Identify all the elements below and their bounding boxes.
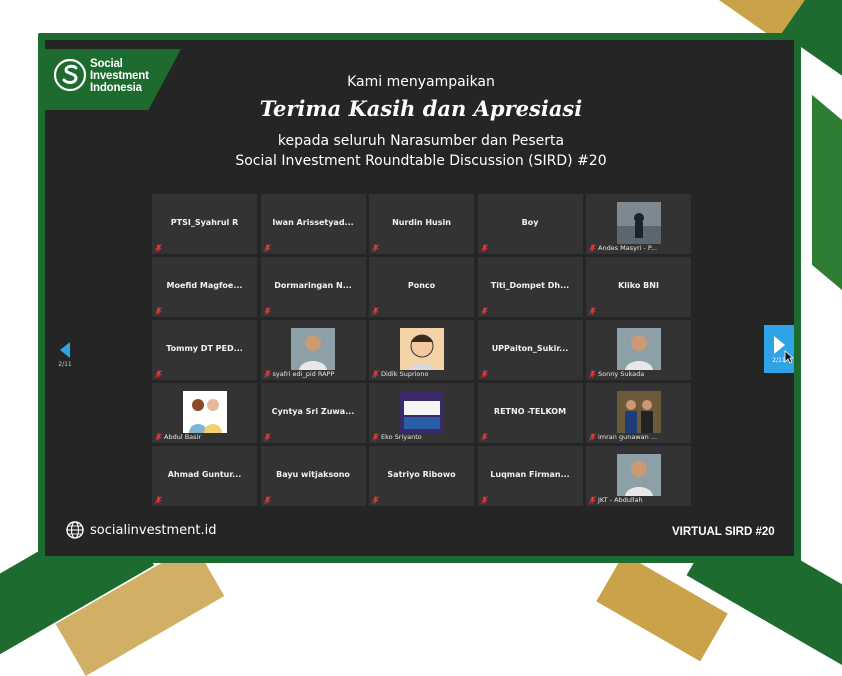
muted-mic-icon <box>372 433 379 441</box>
participant-video-thumbnail <box>616 391 661 433</box>
participant-tile[interactable]: Luqman Firman... <box>477 446 583 506</box>
logo-line-1: Social <box>90 58 123 70</box>
participant-tile[interactable]: Boy <box>477 194 583 254</box>
muted-mic-icon <box>589 307 596 315</box>
participant-name: Luqman Firman... <box>490 470 570 479</box>
participant-tile[interactable]: Nurdin Husin <box>369 194 474 254</box>
participant-name: UPPaiton_Sukir... <box>491 344 569 353</box>
participant-label: Didik Supriono <box>381 370 429 378</box>
participant-tile[interactable]: imran gunawan ... <box>586 383 691 443</box>
heading-event: Social Investment Roundtable Discussion … <box>235 153 607 169</box>
previous-page-indicator: 2/11 <box>58 361 72 368</box>
participant-tile[interactable]: JKT - Abdullah <box>586 446 691 506</box>
arrow-left-icon <box>60 342 70 358</box>
participant-tile[interactable]: Cyntya Sri Zuwa... <box>260 383 366 443</box>
muted-mic-icon <box>589 433 596 441</box>
muted-mic-icon <box>589 496 596 504</box>
participant-video-thumbnail <box>399 391 444 433</box>
participant-gallery: PTSI_Syahrul R Iwan Arissetyad... Nurdin H… <box>152 194 691 506</box>
heading-intro: Kami menyampaikan <box>347 74 495 90</box>
muted-mic-icon <box>372 244 379 252</box>
participant-tile[interactable]: syafri edi_pid RAPP <box>260 320 366 380</box>
participant-video-thumbnail <box>616 454 661 496</box>
muted-mic-icon <box>480 244 488 252</box>
participant-tile[interactable]: Ponco <box>369 257 474 317</box>
participant-label: syafri edi_pid RAPP <box>272 370 335 378</box>
muted-mic-icon <box>480 433 488 441</box>
participant-name: Tommy DT PED... <box>166 344 243 353</box>
participant-tile[interactable]: RETNO -TELKOM <box>477 383 583 443</box>
muted-mic-icon <box>263 370 271 378</box>
participant-name: RETNO -TELKOM <box>493 407 567 416</box>
participant-label: imran gunawan ... <box>598 433 658 441</box>
participant-name: Iwan Arissetyad... <box>272 218 354 227</box>
participant-tile[interactable]: Satriyo Ribowo <box>369 446 474 506</box>
muted-mic-icon <box>155 433 162 441</box>
participant-tile[interactable]: Kliko BNI <box>586 257 691 317</box>
muted-mic-icon <box>155 370 162 378</box>
participant-name: Moefid Magfoe... <box>166 281 243 290</box>
mouse-cursor-icon <box>784 350 794 364</box>
muted-mic-icon <box>155 307 162 315</box>
participant-video-thumbnail <box>616 328 661 370</box>
participant-video-thumbnail <box>616 202 661 244</box>
website-link[interactable]: socialinvestment.id <box>66 521 216 539</box>
muted-mic-icon <box>480 496 488 504</box>
heading-recipients: kepada seluruh Narasumber dan Peserta <box>277 133 565 149</box>
participant-tile[interactable]: Dormaringan N... <box>260 257 366 317</box>
globe-icon <box>66 521 84 539</box>
side-stripe-right <box>812 94 842 316</box>
muted-mic-icon <box>372 370 379 378</box>
participant-tile[interactable]: Tommy DT PED... <box>152 320 257 380</box>
participant-name: Kliko BNI <box>618 281 659 290</box>
event-tag: VIRTUAL SIRD #20 <box>672 526 775 538</box>
participant-name: PTSI_Syahrul R <box>170 218 239 227</box>
participant-tile[interactable]: Didik Supriono <box>369 320 474 380</box>
muted-mic-icon <box>263 433 271 441</box>
muted-mic-icon <box>372 496 379 504</box>
participant-label: Abdul Basir <box>164 433 201 441</box>
participant-name: Boy <box>521 218 539 227</box>
participant-tile[interactable]: Iwan Arissetyad... <box>260 194 366 254</box>
participant-video-thumbnail <box>399 328 444 370</box>
previous-page-button[interactable]: 2/11 <box>48 333 82 379</box>
participant-tile[interactable]: PTSI_Syahrul R <box>152 194 257 254</box>
muted-mic-icon <box>263 307 271 315</box>
participant-name: Dormaringan N... <box>274 281 352 290</box>
participant-tile[interactable]: Ahmad Guntur... <box>152 446 257 506</box>
muted-mic-icon <box>263 244 271 252</box>
next-page-button[interactable]: 2/11 <box>764 325 794 373</box>
muted-mic-icon <box>372 307 379 315</box>
muted-mic-icon <box>155 244 162 252</box>
participant-name: Nurdin Husin <box>392 218 451 227</box>
participant-label: JKT - Abdullah <box>598 496 643 504</box>
participant-label: Andes Masyri - P... <box>598 244 658 252</box>
participant-tile[interactable]: Abdul Basir <box>152 383 257 443</box>
participant-video-thumbnail <box>291 328 335 370</box>
participant-tile[interactable]: Andes Masyri - P... <box>586 194 691 254</box>
muted-mic-icon <box>589 244 596 252</box>
participant-label: Sonny Sukada <box>598 370 645 378</box>
participant-name: Cyntya Sri Zuwa... <box>271 407 355 416</box>
participant-name: Satriyo Ribowo <box>387 470 456 479</box>
muted-mic-icon <box>263 496 271 504</box>
participant-tile[interactable]: Bayu witjaksono <box>260 446 366 506</box>
participant-name: Titi_Dompet Dh... <box>490 281 570 290</box>
participant-tile[interactable]: Eko Sriyanto <box>369 383 474 443</box>
participant-label: Eko Sriyanto <box>381 433 422 441</box>
muted-mic-icon <box>589 370 596 378</box>
participant-video-thumbnail <box>182 391 227 433</box>
heading-thanks: Terima Kasih dan Apresiasi <box>259 96 583 121</box>
participant-name: Bayu witjaksono <box>276 470 350 479</box>
website-text: socialinvestment.id <box>90 522 217 538</box>
muted-mic-icon <box>155 496 162 504</box>
participant-tile[interactable]: Moefid Magfoe... <box>152 257 257 317</box>
participant-tile[interactable]: UPPaiton_Sukir... <box>477 320 583 380</box>
participant-name: Ahmad Guntur... <box>167 470 242 479</box>
participant-tile[interactable]: Sonny Sukada <box>586 320 691 380</box>
muted-mic-icon <box>480 370 488 378</box>
muted-mic-icon <box>480 307 488 315</box>
participant-name: Ponco <box>407 281 436 290</box>
participant-tile[interactable]: Titi_Dompet Dh... <box>477 257 583 317</box>
